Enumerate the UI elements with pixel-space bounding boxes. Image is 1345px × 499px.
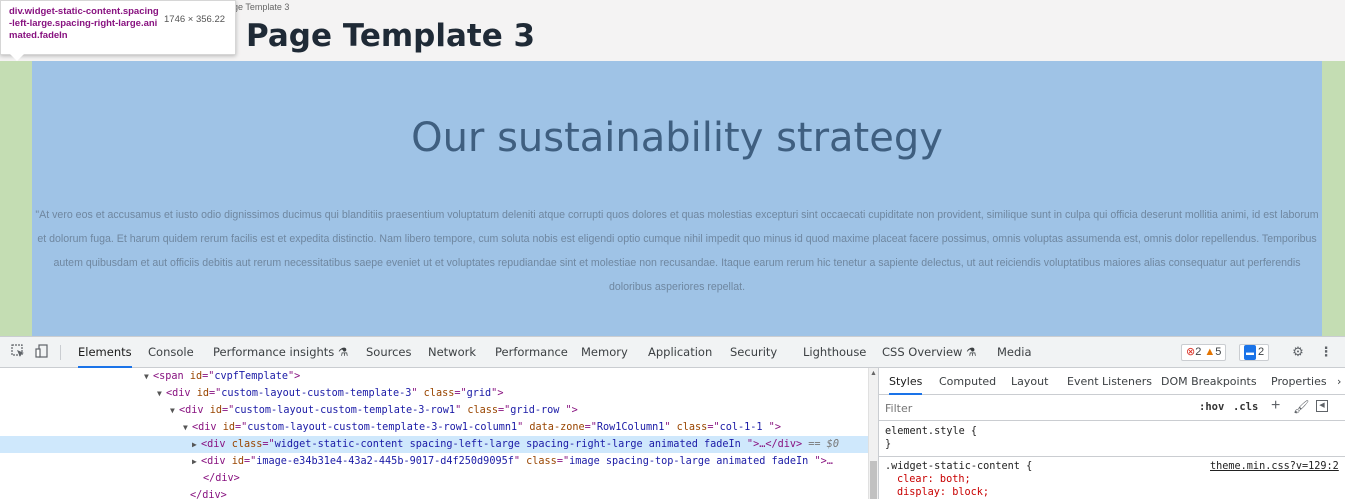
tab-network[interactable]: Network	[428, 337, 476, 368]
message-count: 2	[1258, 346, 1265, 358]
more-tabs-icon[interactable]: ›	[1337, 368, 1341, 395]
devtools-panel: Elements Console Performance insights ⚗ …	[0, 336, 1345, 499]
dom-node-widget-selected[interactable]: ▶ <div class="widget-static-content spaci…	[0, 436, 868, 453]
tab-memory[interactable]: Memory	[581, 337, 628, 368]
tab-styles[interactable]: Styles	[889, 368, 923, 395]
collapse-triangle-icon[interactable]: ▶	[192, 436, 201, 453]
widget-heading: Our sustainability strategy	[411, 115, 943, 161]
inspect-tooltip: div.widget-static-content.spacing-left-l…	[0, 0, 236, 55]
tooltip-arrow	[10, 54, 24, 61]
rule-selector[interactable]: .widget-static-content {	[885, 461, 1032, 472]
rule-source-link[interactable]: theme.min.css?v=129:2	[1210, 461, 1339, 472]
page-viewport: mples/Custom Page Template 3 Page Templa…	[0, 0, 1345, 336]
page-title: Page Template 3	[246, 18, 536, 54]
paint-brush-icon[interactable]: 🖌	[1293, 399, 1310, 415]
styles-filter-input[interactable]	[885, 400, 1085, 416]
tab-css-overview-label: CSS Overview	[882, 345, 963, 359]
tab-css-overview[interactable]: CSS Overview ⚗	[882, 337, 976, 368]
dom-node-column[interactable]: ▼ <div id="custom-layout-custom-template-…	[0, 419, 868, 436]
tab-security[interactable]: Security	[730, 337, 777, 368]
widget-body-text: "At vero eos et accusamus et iusto odio …	[35, 209, 1319, 293]
styles-filter-row: :hov .cls + 🖌 ◀	[879, 395, 1345, 421]
cls-toggle[interactable]: .cls	[1233, 401, 1258, 413]
tab-console[interactable]: Console	[148, 337, 194, 368]
warning-icon: ▲	[1204, 346, 1216, 358]
message-icon: ▬	[1244, 345, 1256, 360]
rule-property[interactable]: clear: both;	[897, 474, 971, 485]
dom-close-tag[interactable]: </div>	[0, 487, 868, 499]
tab-performance-insights-label: Performance insights	[213, 345, 335, 359]
device-toggle-icon[interactable]	[34, 344, 50, 360]
scroll-thumb[interactable]	[870, 461, 877, 499]
tab-computed[interactable]: Computed	[939, 368, 996, 395]
tooltip-selector: div.widget-static-content.spacing-left-l…	[9, 6, 159, 41]
flask-icon: ⚗	[966, 345, 977, 359]
element-style-open[interactable]: element.style {	[885, 426, 977, 437]
expand-triangle-icon[interactable]: ▼	[170, 402, 179, 419]
toolbar-divider	[60, 345, 61, 360]
inspect-icon[interactable]	[10, 344, 26, 360]
element-style-close: }	[885, 439, 892, 450]
tab-lighthouse[interactable]: Lighthouse	[803, 337, 866, 368]
tab-elements[interactable]: Elements	[78, 337, 132, 368]
dom-node-image[interactable]: ▶ <div id="image-e34b31e4-43a2-445b-9017-…	[0, 453, 868, 470]
widget-margin-highlight: Our sustainability strategy "At vero eos…	[0, 61, 1345, 336]
issues-counter[interactable]: ⊗2 ▲5	[1181, 344, 1227, 361]
scroll-up-icon[interactable]: ▲	[870, 370, 877, 377]
hov-toggle[interactable]: :hov	[1199, 401, 1224, 413]
flask-icon: ⚗	[337, 345, 349, 359]
tab-dom-breakpoints[interactable]: DOM Breakpoints	[1161, 368, 1257, 395]
selected-marker: == $0	[808, 439, 839, 450]
styles-tabbar: Styles Computed Layout Event Listeners D…	[879, 368, 1345, 395]
new-rule-icon[interactable]: +	[1271, 397, 1280, 415]
tab-application[interactable]: Application	[648, 337, 712, 368]
warning-count: 5	[1215, 346, 1222, 358]
gear-icon[interactable]: ⚙	[1290, 344, 1306, 360]
tab-layout[interactable]: Layout	[1011, 368, 1048, 395]
expand-triangle-icon[interactable]: ▼	[144, 368, 153, 385]
expand-triangle-icon[interactable]: ▼	[157, 385, 166, 402]
expand-triangle-icon[interactable]: ▼	[183, 419, 192, 436]
error-icon: ⊗	[1186, 346, 1196, 358]
tooltip-size: 1746 × 356.22	[164, 14, 226, 25]
dom-node-grid[interactable]: ▼ <div id="custom-layout-custom-template-…	[0, 385, 868, 402]
more-icon[interactable]: ⋮	[1318, 344, 1334, 360]
elements-tree: ... ▼<span id="cvpfTemplate"> ▼<div id="…	[0, 368, 868, 499]
tab-event-listeners[interactable]: Event Listeners	[1067, 368, 1152, 395]
dom-node-span[interactable]: ▼ <span id="cvpfTemplate">	[0, 368, 868, 385]
tab-sources[interactable]: Sources	[366, 337, 412, 368]
collapse-triangle-icon[interactable]: ▶	[192, 453, 201, 470]
elements-scrollbar[interactable]: ▲	[868, 368, 878, 499]
error-count: 2	[1195, 346, 1202, 358]
tab-media[interactable]: Media	[997, 337, 1032, 368]
rule-property[interactable]: display: block;	[897, 487, 989, 498]
dom-close-tag[interactable]: </div>	[0, 470, 868, 487]
styles-pane: Styles Computed Layout Event Listeners D…	[878, 368, 1345, 499]
toggle-sidebar-icon[interactable]: ◀	[1316, 400, 1328, 412]
dom-node-grid-row[interactable]: ▼ <div id="custom-layout-custom-template-…	[0, 402, 868, 419]
tab-performance[interactable]: Performance	[495, 337, 568, 368]
rule-divider	[879, 456, 1345, 457]
tab-properties[interactable]: Properties	[1271, 368, 1327, 395]
messages-counter[interactable]: ▬ 2	[1239, 344, 1270, 361]
tab-performance-insights[interactable]: Performance insights ⚗	[213, 337, 348, 368]
widget-static-content: Our sustainability strategy "At vero eos…	[32, 61, 1322, 336]
devtools-tabbar: Elements Console Performance insights ⚗ …	[0, 337, 1345, 368]
